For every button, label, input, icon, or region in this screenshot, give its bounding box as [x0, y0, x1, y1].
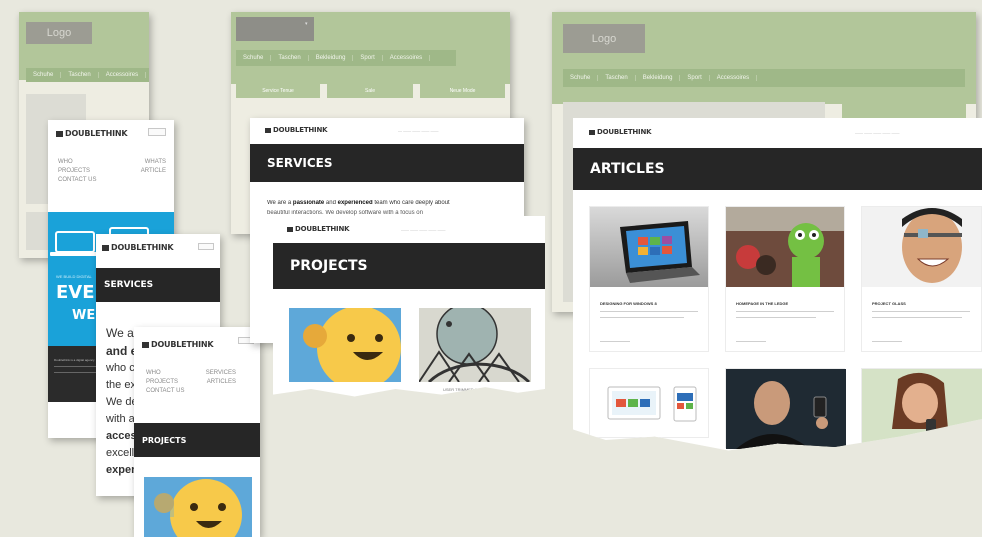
girl-phone-image: [862, 369, 982, 449]
page-title-band: PROJECTS: [134, 423, 260, 457]
nav-link[interactable]: WHATS: [145, 158, 166, 167]
nav-item[interactable]: Schuhe: [563, 75, 599, 81]
brand-logo: DOUBLETHINK: [265, 126, 328, 134]
nav-item[interactable]: Taschen: [598, 75, 636, 81]
nav-item[interactable]: Bekleidung: [636, 75, 681, 81]
portrait-image: [726, 369, 846, 449]
top-links: — —— —— —— ——: [398, 128, 439, 133]
brand-logo: DOUBLETHINK: [56, 129, 128, 138]
nav-links: WHO WHATS PROJECTS ARTICLE CONTACT US: [58, 158, 166, 185]
article-title: HOMEPAGE IN THE LEDGE: [736, 301, 789, 306]
wireframe-logo: Logo: [26, 22, 92, 44]
nav-links: WHO SERVICES PROJECTS ARTICLES CONTACT US: [146, 369, 236, 396]
devices-image: [607, 386, 697, 422]
page-title-band: SERVICES: [250, 144, 524, 182]
nav-link[interactable]: PROJECTS: [146, 378, 178, 387]
hero-headline-2: WE: [72, 308, 96, 323]
nav-item[interactable]: Accessoires: [383, 55, 431, 61]
nav-item[interactable]: Schuhe: [236, 55, 272, 61]
wireframe-nav: Schuhe Taschen Bekleidung Sport Accessoi…: [563, 69, 965, 87]
sun-illustration: [144, 479, 242, 537]
wireframe-button[interactable]: Service Tenue: [236, 84, 320, 98]
page-title: SERVICES: [104, 280, 154, 290]
project-thumbnail[interactable]: [419, 308, 531, 382]
brand-logo: DOUBLETHINK: [589, 128, 652, 136]
wireframe-nav: Schuhe Taschen Bekleidung Sport Accessoi…: [236, 50, 456, 66]
wireframe-nav: Schuhe Taschen Accessoires: [26, 68, 149, 82]
nav-item[interactable]: Sport: [353, 55, 383, 61]
nav-link[interactable]: WHO: [146, 369, 161, 378]
nav-item[interactable]: Taschen: [61, 72, 99, 78]
article-card[interactable]: [725, 368, 846, 449]
wireframe-logo: Logo: [563, 24, 645, 53]
article-card[interactable]: [589, 368, 709, 438]
project-caption: USER TRIMMED SEND: [443, 387, 487, 392]
article-card[interactable]: PROJECT GLASS: [861, 206, 982, 352]
nav-link[interactable]: ARTICLES: [207, 378, 236, 387]
hero-subtitle: WE BUILD DIGITAL: [56, 274, 92, 279]
page-title: ARTICLES: [590, 161, 665, 177]
page-title: SERVICES: [267, 156, 333, 170]
text-line: who c: [106, 362, 135, 374]
project-thumbnail[interactable]: [289, 308, 401, 382]
nav-item[interactable]: Taschen: [271, 55, 309, 61]
article-title: DESIGNING FOR WINDOWS 8: [600, 301, 657, 306]
article-card[interactable]: [861, 368, 982, 449]
page-title-band: PROJECTS: [273, 243, 545, 289]
wireframe-button[interactable]: Sale: [327, 84, 413, 98]
articles-page: DOUBLETHINK —— —— —— —— —— ARTICLES DESI…: [573, 118, 982, 451]
nav-item[interactable]: Bekleidung: [309, 55, 354, 61]
nav-link[interactable]: ARTICLE: [141, 167, 166, 176]
sun-illustration: [303, 308, 401, 382]
article-title: PROJECT GLASS: [872, 301, 906, 306]
nav-link[interactable]: CONTACT US: [58, 177, 96, 183]
wireframe-logo: [236, 17, 314, 41]
nav-link[interactable]: WHO: [58, 158, 73, 167]
page-title-band: ARTICLES: [573, 148, 982, 190]
footer-text: Doublethink is a digital agency: [54, 358, 95, 362]
top-links: —— —— —— —— ——: [401, 227, 446, 232]
laptop-icon: [50, 231, 100, 256]
nav-item[interactable]: Sport: [680, 75, 710, 81]
nav-item[interactable]: Accessoires: [710, 75, 758, 81]
menu-icon[interactable]: [148, 128, 166, 136]
article-card[interactable]: HOMEPAGE IN THE LEDGE: [725, 206, 845, 352]
text-line: with a: [106, 413, 135, 425]
nav-item[interactable]: Schuhe: [26, 72, 62, 78]
article-card[interactable]: DESIGNING FOR WINDOWS 8: [589, 206, 709, 352]
brand-logo: DOUBLETHINK: [287, 225, 350, 233]
nav-link[interactable]: PROJECTS: [58, 167, 90, 176]
brand-logo: DOUBLETHINK: [102, 243, 174, 252]
tablet-image: [620, 221, 700, 283]
nav-link[interactable]: CONTACT US: [146, 388, 184, 394]
menu-icon[interactable]: [198, 243, 214, 250]
intro-text-line2: beautiful interactions. We develop softw…: [267, 210, 423, 216]
nav-link[interactable]: SERVICES: [206, 369, 236, 378]
text-line: excell: [106, 447, 135, 459]
face-image: [902, 208, 962, 283]
crowd-image: [726, 207, 844, 287]
page-title: PROJECTS: [142, 435, 187, 445]
page-title: PROJECTS: [290, 258, 368, 274]
top-links: —— —— —— —— ——: [855, 130, 900, 135]
chevron-down-icon[interactable]: ▾: [305, 21, 308, 27]
text-line: We de: [106, 396, 138, 408]
intro-text: We are a passionate and experienced team…: [267, 200, 450, 206]
projects-page: DOUBLETHINK —— —— —— —— —— PROJECTS USER…: [273, 216, 545, 397]
project-thumbnail[interactable]: [144, 477, 252, 537]
page-title-band: SERVICES: [96, 268, 220, 302]
wireframe-button[interactable]: Neue Mode: [420, 84, 505, 98]
phone-projects-page: DOUBLETHINK WHO SERVICES PROJECTS ARTICLES…: [134, 327, 260, 537]
brand-logo: DOUBLETHINK: [142, 340, 214, 349]
gear-illustration: [419, 308, 531, 382]
text-line: the ex: [106, 379, 136, 391]
nav-item[interactable]: Accessoires: [99, 72, 147, 78]
